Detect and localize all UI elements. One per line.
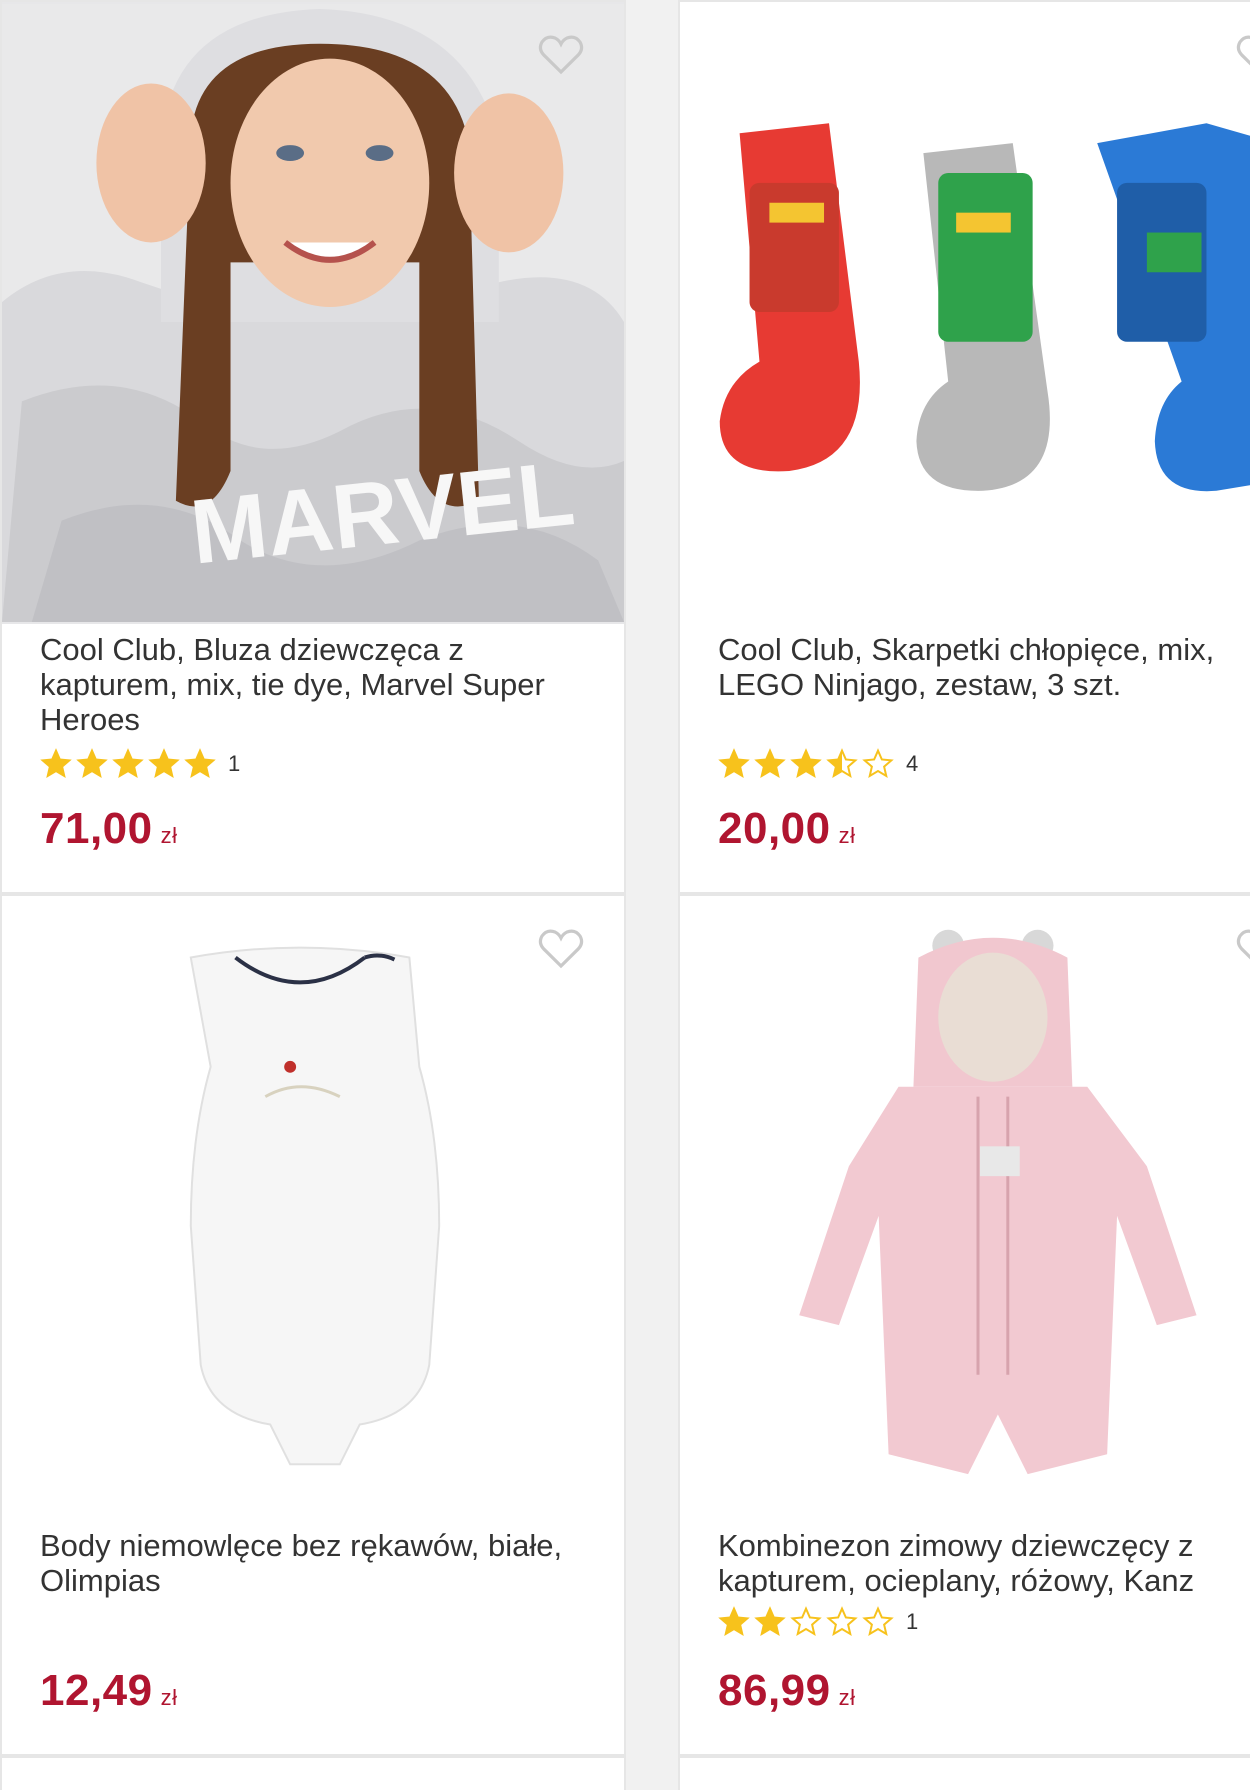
product-title[interactable]: Cool Club, Skarpetki chłopięce, mix, LEG…: [718, 632, 1250, 702]
favorite-heart-icon[interactable]: [1234, 926, 1250, 970]
ninjago-socks-image: [680, 4, 1250, 622]
product-card[interactable]: Body niemowlęce bez rękawów, białe, Olim…: [0, 894, 626, 1756]
product-grid: MARVEL Cool Club, Bluza dziewczęca z kap…: [0, 0, 1250, 1790]
product-card[interactable]: [678, 1756, 1250, 1790]
favorite-heart-icon[interactable]: [1234, 32, 1250, 76]
product-card[interactable]: [0, 1756, 626, 1790]
product-price: 71,00 zł: [40, 804, 178, 854]
product-rating: 1: [40, 748, 240, 780]
star-full-icon: [112, 748, 144, 779]
star-empty-icon: [826, 1606, 858, 1637]
price-currency: zł: [160, 823, 178, 848]
product-card[interactable]: Kombinezon zimowy dziewczęcy z kapturem,…: [678, 894, 1250, 1756]
price-currency: zł: [160, 1685, 178, 1710]
star-full-icon: [148, 748, 180, 779]
star-empty-icon: [790, 1606, 822, 1637]
product-image[interactable]: MARVEL: [2, 2, 624, 624]
star-half-icon: [826, 748, 858, 779]
rating-count: 1: [906, 1609, 919, 1634]
favorite-heart-icon[interactable]: [536, 926, 586, 970]
product-title[interactable]: Kombinezon zimowy dziewczęcy z kapturem,…: [718, 1528, 1250, 1598]
product-price: 12,49 zł: [40, 1666, 178, 1716]
star-full-icon: [718, 748, 750, 779]
price-value: 86,99: [718, 1666, 831, 1715]
star-empty-icon: [862, 1606, 894, 1637]
product-title[interactable]: Body niemowlęce bez rękawów, białe, Olim…: [40, 1528, 580, 1598]
star-empty-icon: [862, 748, 894, 779]
pink-snowsuit-image: [680, 898, 1250, 1494]
favorite-heart-icon[interactable]: [536, 32, 586, 76]
girl-hoodie-image: MARVEL: [2, 3, 624, 623]
star-full-icon: [184, 748, 216, 779]
price-currency: zł: [838, 1685, 856, 1710]
product-image[interactable]: [680, 2, 1250, 624]
rating-stars: [718, 748, 894, 780]
rating-stars: [40, 748, 216, 780]
product-card[interactable]: Cool Club, Skarpetki chłopięce, mix, LEG…: [678, 0, 1250, 894]
baby-bodysuit-image: [2, 897, 624, 1495]
product-price: 86,99 zł: [718, 1666, 856, 1716]
star-full-icon: [754, 1606, 786, 1637]
price-value: 71,00: [40, 804, 153, 853]
product-price: 20,00 zł: [718, 804, 856, 854]
product-rating: 1: [718, 1606, 918, 1638]
rating-stars: [718, 1606, 894, 1638]
price-currency: zł: [838, 823, 856, 848]
product-rating: 4: [718, 748, 918, 780]
rating-count: 4: [906, 751, 919, 776]
star-full-icon: [790, 748, 822, 779]
star-full-icon: [40, 748, 72, 779]
star-full-icon: [754, 748, 786, 779]
product-card[interactable]: MARVEL Cool Club, Bluza dziewczęca z kap…: [0, 0, 626, 894]
price-value: 12,49: [40, 1666, 153, 1715]
rating-count: 1: [228, 751, 241, 776]
product-title[interactable]: Cool Club, Bluza dziewczęca z kapturem, …: [40, 632, 580, 737]
star-full-icon: [76, 748, 108, 779]
price-value: 20,00: [718, 804, 831, 853]
star-full-icon: [718, 1606, 750, 1637]
product-image[interactable]: [680, 896, 1250, 1496]
product-image[interactable]: [2, 896, 624, 1496]
